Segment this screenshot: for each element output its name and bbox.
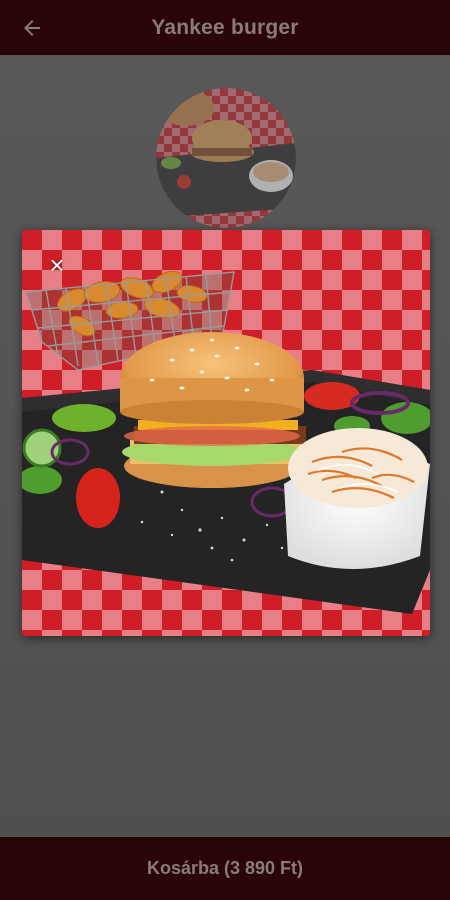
back-button[interactable] (18, 14, 46, 42)
app-header: Yankee burger (0, 0, 450, 55)
close-button[interactable]: × (44, 252, 70, 278)
add-to-cart-label: Kosárba (3 890 Ft) (146, 858, 304, 878)
add-to-cart-button[interactable]: Kosárba (3 890 Ft) (0, 837, 450, 900)
close-icon: × (49, 250, 65, 280)
arrow-left-icon (24, 20, 40, 36)
product-thumbnail (156, 88, 296, 228)
page-title: Yankee burger (151, 15, 299, 39)
product-photo (22, 230, 430, 636)
